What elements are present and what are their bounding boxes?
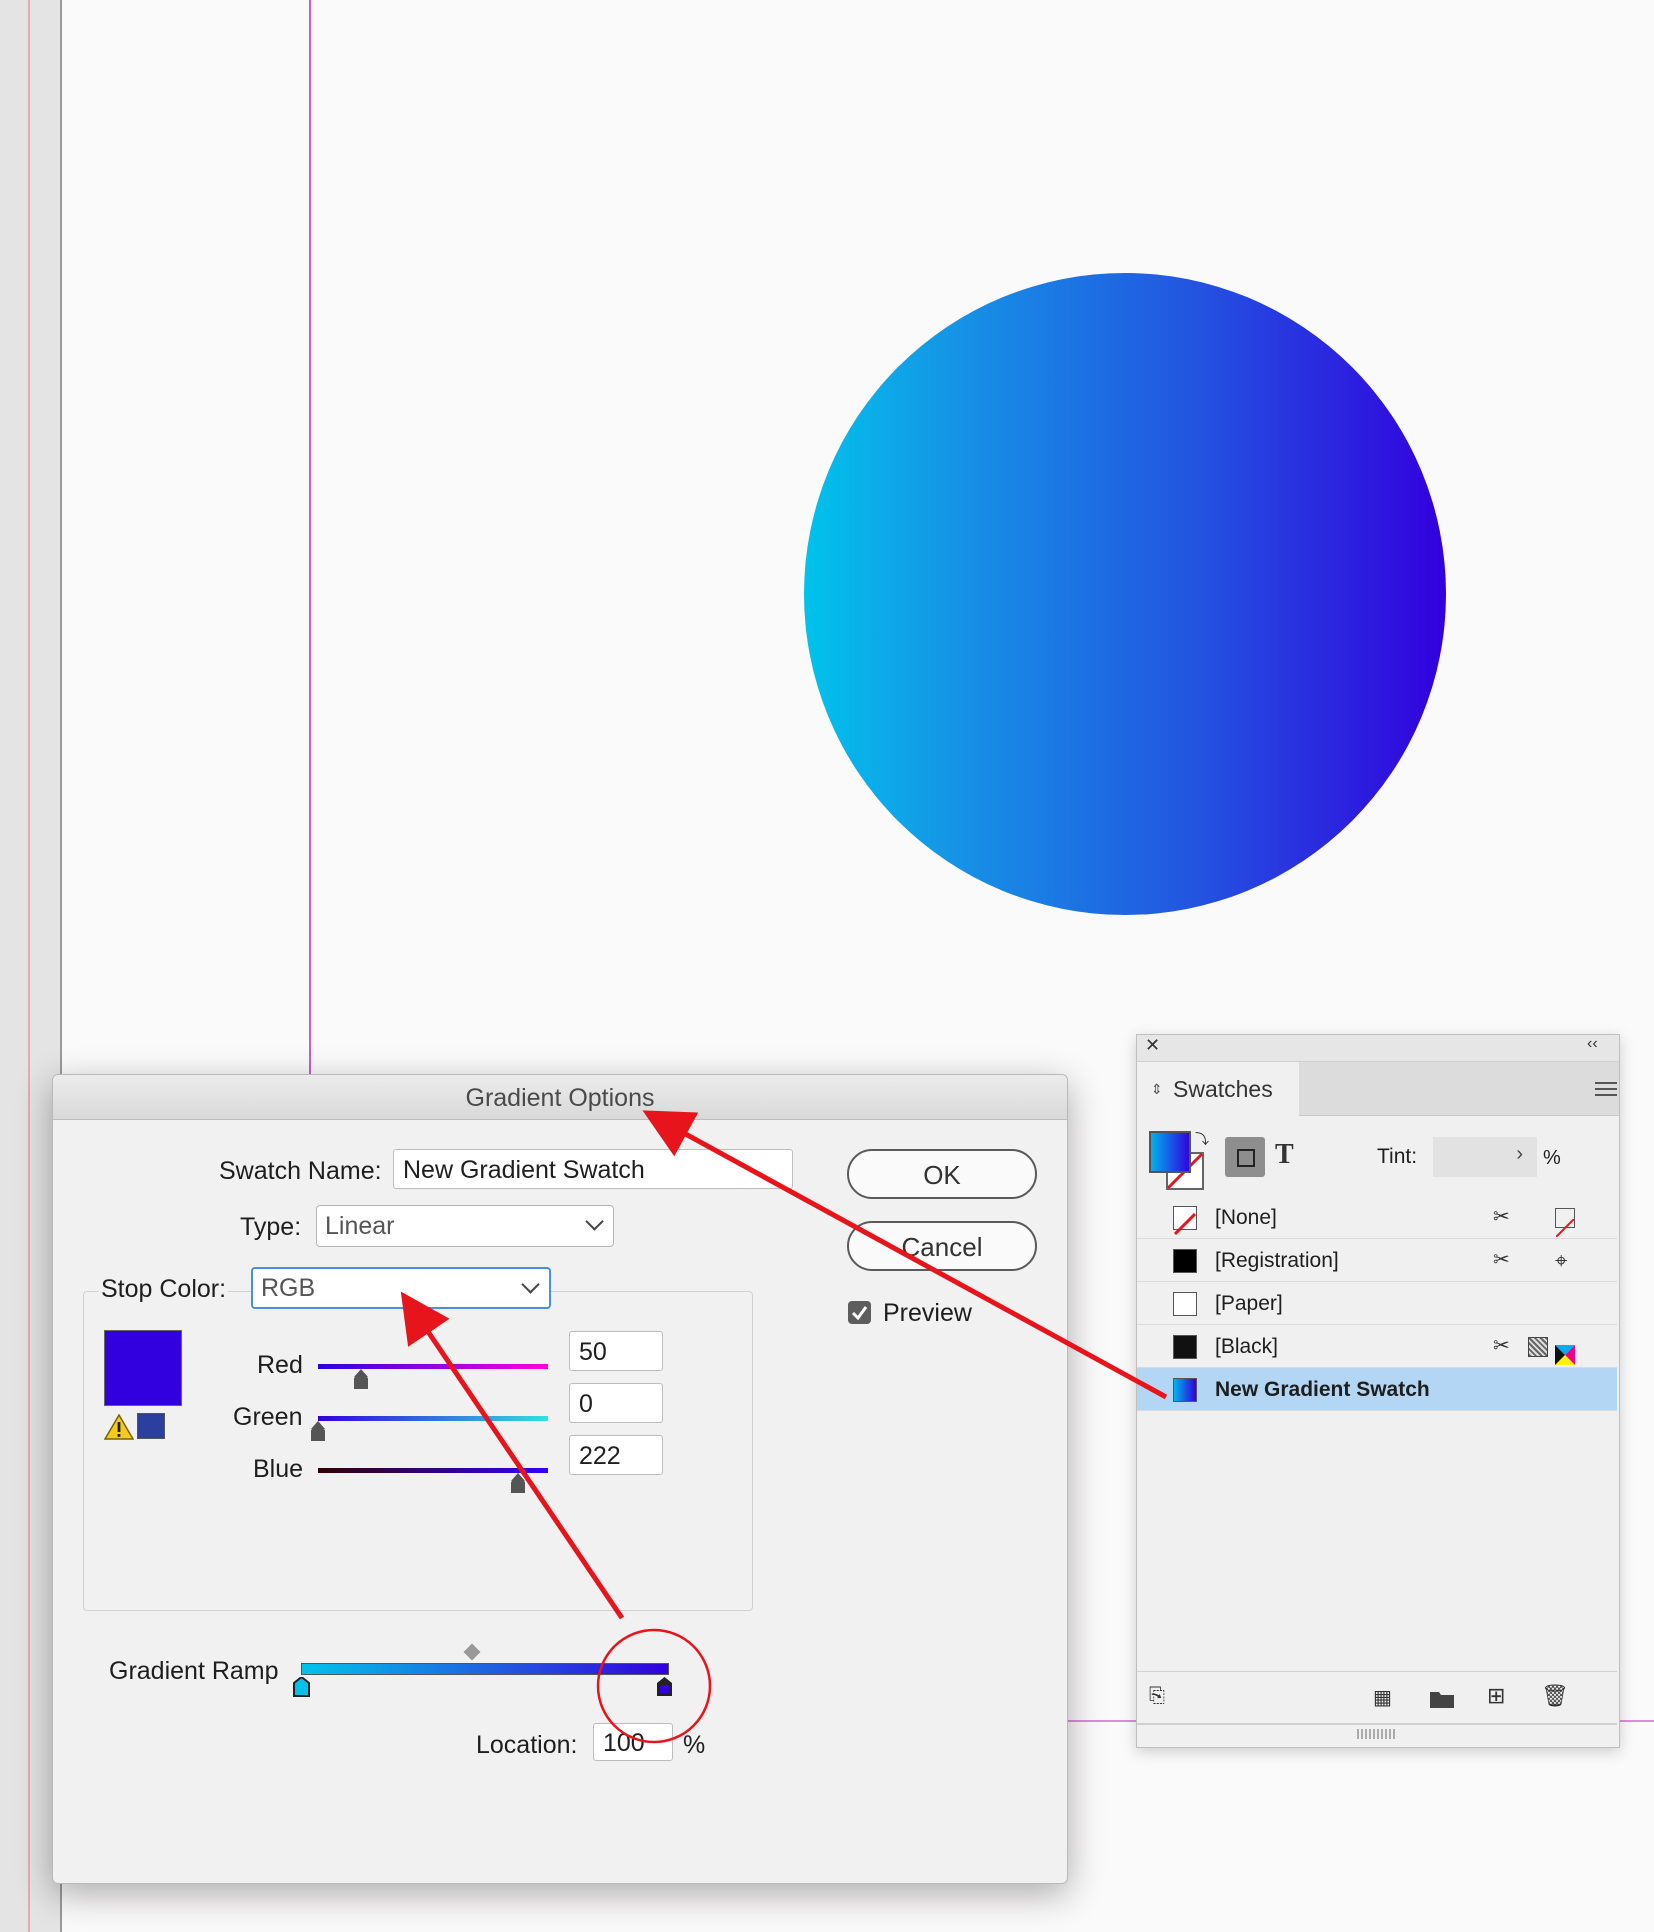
annotation-overlay	[400, 1110, 1168, 1744]
annotation-arrow-to-title	[642, 1110, 1168, 1400]
annotation-circle	[596, 1628, 712, 1744]
annotation-arrow-to-stop-color	[400, 1291, 625, 1620]
